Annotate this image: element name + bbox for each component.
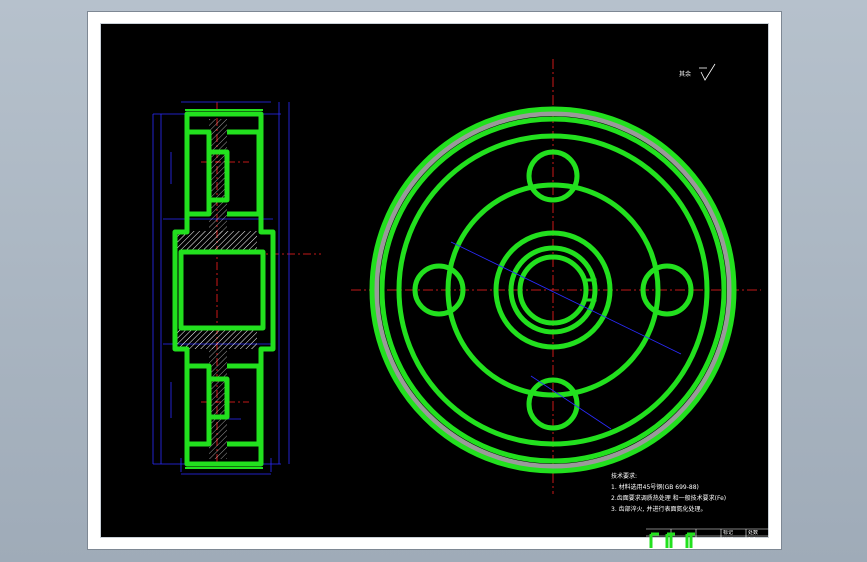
title-block-logo — [649, 532, 695, 548]
tb-cell-5: 齿轮 — [723, 544, 734, 550]
tb-cell-3: 比例 — [723, 537, 734, 543]
tb-cell-6: 图号 — [748, 544, 759, 550]
section-view — [152, 101, 321, 475]
roughness-label: 其余 — [679, 71, 692, 78]
tb-cell-2: 处数 — [748, 530, 759, 536]
technical-requirements: 技术要求: 1. 材料选用45号钢(GB 699-88) 2.齿面要求调质热处理… — [611, 471, 771, 515]
front-view — [351, 59, 761, 494]
tb-cell-4: 1:1 — [748, 537, 757, 543]
drawing-sheet: 其余 技术要求: 1. 材料选用45号钢(GB 699-88) 2.齿面要求调质… — [88, 12, 781, 550]
roughness-symbol — [699, 63, 716, 81]
drawing-frame: 其余 技术要求: 1. 材料选用45号钢(GB 699-88) 2.齿面要求调质… — [100, 23, 771, 550]
tech-item-3: 3. 齿部淬火, 并进行表面氮化处理。 — [611, 506, 707, 513]
cad-drawing — [152, 59, 770, 539]
tech-heading: 技术要求: — [611, 473, 638, 480]
tb-cell-1: 标记 — [723, 530, 734, 536]
tech-item-1: 1. 材料选用45号钢(GB 699-88) — [611, 484, 699, 491]
tech-item-2: 2.齿面要求调质热处理 和一般技术要求(Fe) — [611, 495, 727, 502]
hub-hatch-bottom — [177, 329, 257, 349]
